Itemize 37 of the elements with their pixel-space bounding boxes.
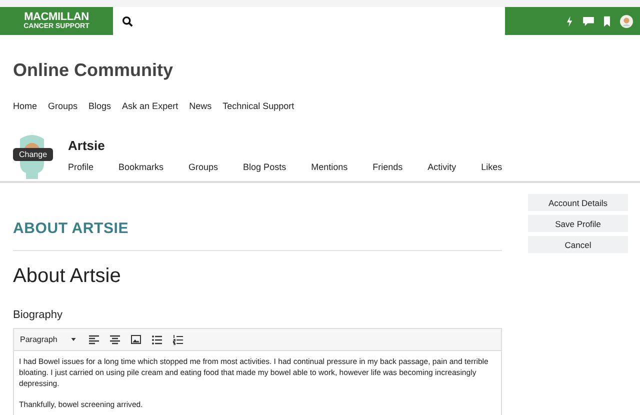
nav-link[interactable]: Ask an Expert <box>122 101 178 111</box>
lightning-icon[interactable] <box>566 16 573 26</box>
profile-tab[interactable]: Profile <box>68 162 94 174</box>
field-label: Biography <box>13 309 64 321</box>
nav-link[interactable]: Technical Support <box>222 101 294 111</box>
action-button[interactable]: Account Details <box>528 194 628 211</box>
change-tooltip[interactable]: Change <box>13 148 54 161</box>
page-heading: About Artsie <box>13 265 122 288</box>
image-icon[interactable] <box>131 335 142 344</box>
format-dropdown[interactable]: Paragraph <box>20 335 76 344</box>
align-left-icon[interactable] <box>89 334 100 344</box>
profile-tab[interactable]: Activity <box>428 162 456 174</box>
site-title: Online Community <box>13 60 174 81</box>
nav-link[interactable]: News <box>189 101 212 111</box>
align-center-icon[interactable] <box>110 334 120 344</box>
bullet-list-icon[interactable] <box>152 334 162 344</box>
section-title: ABOUT ARTSIE <box>13 220 129 237</box>
nav-link[interactable]: Home <box>13 101 38 111</box>
profile-tab[interactable]: Groups <box>188 162 218 174</box>
profile-name: Artsie <box>68 138 106 153</box>
search-icon <box>122 16 133 26</box>
profile-tab[interactable]: Mentions <box>311 162 348 174</box>
action-button[interactable]: Save Profile <box>528 215 628 232</box>
action-button[interactable]: Cancel <box>528 236 628 253</box>
profile-tab[interactable]: Blog Posts <box>243 162 286 174</box>
profile-tab[interactable]: Bookmarks <box>118 162 164 174</box>
bookmark-icon[interactable] <box>604 16 610 26</box>
text-editor[interactable] <box>13 328 502 415</box>
numbered-list-icon[interactable] <box>173 334 184 344</box>
nav-link[interactable]: Groups <box>48 101 78 111</box>
search-field[interactable] <box>113 7 505 35</box>
avatar-icon[interactable] <box>620 14 633 28</box>
profile-tab[interactable]: Likes <box>481 162 502 174</box>
profile-tab[interactable]: Friends <box>372 162 403 174</box>
caret-icon <box>71 338 76 341</box>
chat-icon[interactable] <box>583 16 594 26</box>
nav-link[interactable]: Blogs <box>88 101 112 111</box>
